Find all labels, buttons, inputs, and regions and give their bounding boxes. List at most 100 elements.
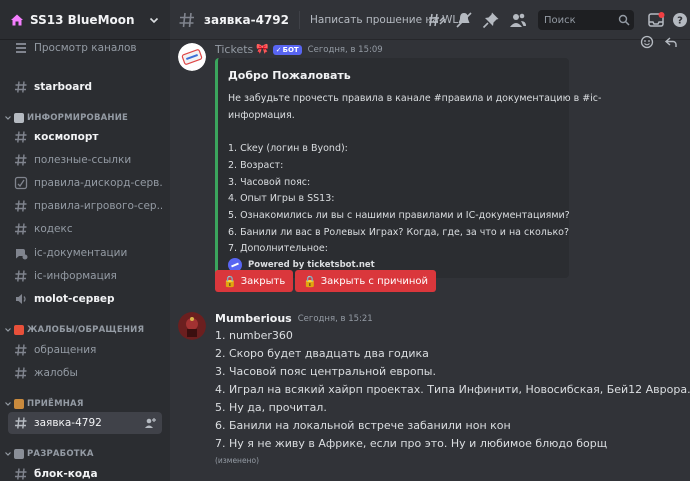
channel-label: космопорт [34,131,99,143]
embed-description: Не забудьте прочесть правила в канале #п… [228,91,602,258]
avatar[interactable] [178,43,206,71]
add-member-icon[interactable] [144,417,156,429]
reaction-icon[interactable] [640,35,654,49]
embed-line: 3. Часовой пояс: [228,176,311,188]
reply-icon[interactable] [664,35,678,49]
threads-icon[interactable] [428,11,446,29]
author-name[interactable]: Tickets [215,43,253,56]
close-button-label: Закрыть [240,275,286,287]
chevron-down-icon [5,328,11,332]
svg-text:?: ? [677,16,683,27]
ribbon-icon: 🎀 [256,44,269,55]
server-name: SS13 BlueMoon [30,12,135,27]
sidebar-item-ic-info[interactable]: ic-информация [8,265,162,287]
category-label: ПРИЁМНАЯ [27,399,84,409]
message-line: 3. Часовой пояс центральной европы. [215,365,436,378]
speaker-icon [16,294,26,304]
chevron-down-icon[interactable] [148,14,160,26]
sidebar-item-starboard[interactable]: starboard [8,76,162,98]
message-content: 1. number360 2. Скоро будет двадцать два… [215,327,690,453]
close-button[interactable]: 🔒 Закрыть [215,270,294,292]
embed-title: Добро Пожаловать [228,69,351,82]
sidebar-item-codex[interactable]: кодекс [8,218,162,240]
server-header[interactable]: SS13 BlueMoon [0,0,170,40]
channel-title: заявка-4792 [204,12,289,27]
category-label: РАЗРАБОТКА [27,449,94,459]
sidebar-item-discord-rules[interactable]: правила-дискорд-серв... [8,172,162,194]
channel-label: обращения [34,344,97,356]
members-icon[interactable] [509,11,527,29]
category-informing[interactable]: ИНФОРМИРОВАНИЕ [4,110,166,126]
pin-icon[interactable] [482,11,500,29]
embed-line: 6. Банили ли вас в Ролевых Играх? Когда,… [228,226,570,238]
message-line: 4. Играл на всякий хайрп проектах. Типа … [215,383,690,396]
header-divider [299,10,300,29]
channel-label: molot-сервер [34,293,115,305]
embed-footer-text: Powered by ticketsbot.net [248,260,375,270]
channel-label: полезные-ссылки [34,154,132,166]
sidebar-item-kosmoport[interactable]: космопорт [8,126,162,148]
sidebar-item-complaints[interactable]: жалобы [8,362,162,384]
channel-label: блок-кода [34,468,98,480]
sidebar-item-code-block[interactable]: блок-кода [8,463,162,481]
chevron-down-icon [5,402,11,406]
browse-channels-label: Просмотр каналов [34,42,137,54]
category-development[interactable]: РАЗРАБОТКА [4,446,166,462]
search-icon [618,14,630,26]
embed-line: Не забудьте прочесть правила в канале #п… [228,93,602,104]
hash-icon [15,223,27,235]
embed-line: 7. Дополнительное: [228,243,328,255]
check-icon: ✓ [275,45,282,54]
sidebar-item-ic-docs[interactable]: ic-документации [8,242,162,264]
channel-label: starboard [34,81,93,93]
message-header: Mumberious Сегодня, в 15:21 [215,312,373,325]
sidebar-item-useful-links[interactable]: полезные-ссылки [8,149,162,171]
embed-line: 1. Ckey (логин в Byond): [228,143,348,155]
close-with-reason-label: Закрыть с причиной [320,275,429,287]
message-line: 2. Скоро будет двадцать два годика [215,347,429,360]
sidebar-item-ticket-4792[interactable]: заявка-4792 [8,412,162,434]
channel-label: ic-документации [34,247,128,259]
help-icon[interactable]: ? [671,11,689,29]
hash-icon [15,270,27,282]
lock-icon: 🔒 [223,274,237,288]
mute-icon[interactable] [455,11,473,29]
category-reception[interactable]: ПРИЁМНАЯ [4,396,166,412]
sidebar-item-molot-server[interactable]: molot-сервер [8,288,162,310]
channel-header: заявка-4792 Написать прошение на WL Поис… [170,0,690,40]
embed-line: 4. Опыт Игры в SS13: [228,193,335,205]
channel-sidebar: SS13 BlueMoon Просмотр каналов starboard… [0,0,170,481]
avatar[interactable] [178,312,206,340]
channel-label: ic-информация [34,270,117,282]
close-with-reason-button[interactable]: 🔒 Закрыть с причиной [295,270,437,292]
bot-badge: ✓ БОТ [272,44,302,55]
category-emoji-icon [14,399,24,409]
hash-icon [179,12,194,27]
inbox-icon[interactable] [647,11,665,29]
browse-channels[interactable]: Просмотр каналов [8,37,162,59]
hash-icon [15,344,27,356]
hash-icon [15,81,27,93]
channel-label: правила-игрового-сер... [34,200,162,212]
embed-line [228,124,558,141]
search-input[interactable]: Поиск [538,10,634,30]
message-line: 5. Ну да, прочитал. [215,401,327,414]
embed-line: 2. Возраст: [228,159,284,171]
category-label: ИНФОРМИРОВАНИЕ [27,113,129,123]
message-line: 1. number360 [215,329,293,342]
message-list: Tickets 🎀 ✓ БОТ Сегодня, в 15:09 Добро П… [170,35,690,481]
message-line: 6. Банили на локальной встрече забанили … [215,419,511,432]
author-name[interactable]: Mumberious [215,312,292,325]
category-complaints[interactable]: ЖАЛОБЫ/ОБРАЩЕНИЯ [4,322,166,338]
category-emoji-icon [14,113,24,123]
home-icon [11,14,23,25]
embed-line: 5. Ознакомились ли вы с нашими правилами… [228,209,570,221]
category-label: ЖАЛОБЫ/ОБРАЩЕНИЯ [27,325,145,335]
chevron-down-icon [5,116,11,120]
sidebar-item-appeals[interactable]: обращения [8,339,162,361]
category-emoji-icon [14,325,24,335]
sidebar-item-game-rules[interactable]: правила-игрового-сер... [8,195,162,217]
embed: Добро Пожаловать Не забудьте прочесть пр… [215,58,602,278]
hash-icon [15,417,27,429]
rules-icon [14,176,28,190]
